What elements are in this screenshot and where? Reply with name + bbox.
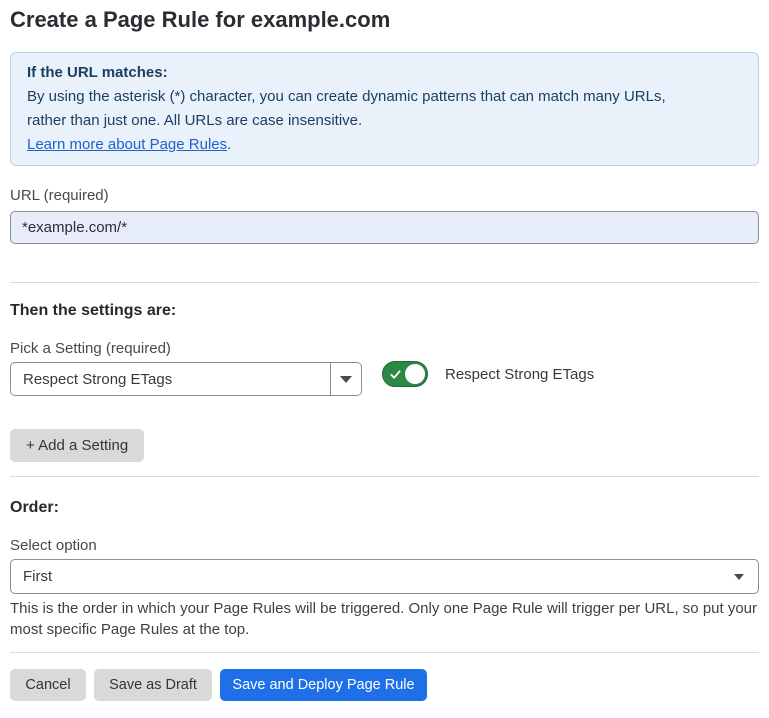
save-draft-button[interactable]: Save as Draft <box>94 669 212 701</box>
cancel-button[interactable]: Cancel <box>10 669 86 701</box>
save-deploy-button[interactable]: Save and Deploy Page Rule <box>220 669 427 701</box>
url-input[interactable] <box>10 211 759 244</box>
chevron-down-icon <box>734 574 744 580</box>
divider-settings-order <box>10 476 759 477</box>
pick-setting-label: Pick a Setting (required) <box>10 340 759 358</box>
info-box-body-line-1: By using the asterisk (*) character, you… <box>27 85 742 109</box>
divider-url-settings <box>10 282 759 283</box>
settings-heading: Then the settings are: <box>10 301 759 321</box>
check-icon <box>390 369 401 380</box>
learn-more-link[interactable]: Learn more about Page Rules <box>27 136 227 153</box>
toggle-wrap: Respect Strong ETags <box>382 361 594 387</box>
divider-footer <box>10 652 759 653</box>
order-select-label: Select option <box>10 537 759 555</box>
url-match-info-box: If the URL matches: By using the asteris… <box>10 52 759 166</box>
page-title: Create a Page Rule for example.com <box>10 0 759 33</box>
chevron-down-icon <box>340 376 352 383</box>
setting-select-arrow-button[interactable] <box>330 363 361 395</box>
page-rule-form: Create a Page Rule for example.com If th… <box>0 0 769 701</box>
add-setting-button[interactable]: + Add a Setting <box>10 429 144 462</box>
toggle-label: Respect Strong ETags <box>445 366 594 383</box>
url-field-label: URL (required) <box>10 187 759 205</box>
setting-row: Respect Strong ETags Respect Strong ETag… <box>10 362 759 396</box>
setting-select-value: Respect Strong ETags <box>11 371 330 388</box>
setting-select[interactable]: Respect Strong ETags <box>10 362 362 396</box>
etags-toggle[interactable] <box>382 361 428 387</box>
order-select-arrow <box>720 560 758 593</box>
toggle-knob <box>405 364 425 384</box>
order-help-text: This is the order in which your Page Rul… <box>10 598 759 640</box>
info-box-body-line-2: rather than just one. All URLs are case … <box>27 109 742 133</box>
info-box-heading: If the URL matches: <box>27 61 742 85</box>
info-box-link-line: Learn more about Page Rules. <box>27 133 742 157</box>
order-heading: Order: <box>10 498 759 518</box>
order-select[interactable]: First <box>10 559 759 594</box>
order-select-value: First <box>11 568 720 585</box>
form-actions: Cancel Save as Draft Save and Deploy Pag… <box>10 669 759 701</box>
link-period: . <box>227 136 231 153</box>
